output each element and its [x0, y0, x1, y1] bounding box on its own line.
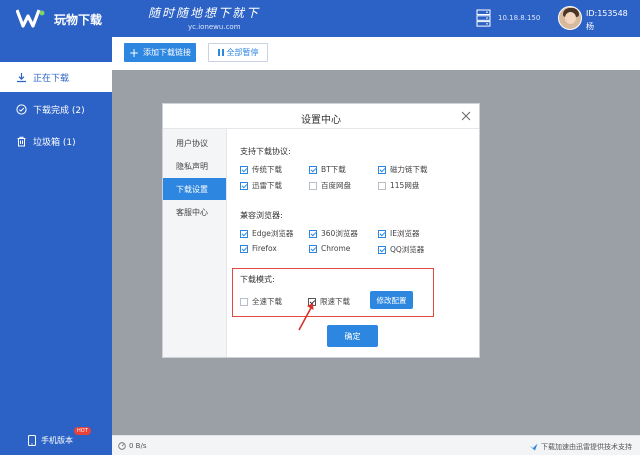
protocol-checkbox[interactable]: 磁力链下载: [378, 164, 428, 175]
speed-value: 0 B/s: [129, 442, 147, 450]
avatar[interactable]: [558, 6, 582, 30]
status-bar: 0 B/s 下载加速由迅雷提供技术支持: [112, 435, 640, 455]
sidebar: 正在下载 下载完成 (2) 垃圾箱 (1) 手机版本 HOT: [0, 37, 112, 455]
protocol-checkbox[interactable]: 迅雷下载: [240, 180, 282, 191]
protocol-checkbox[interactable]: 传统下载: [240, 164, 282, 175]
close-icon[interactable]: [461, 111, 471, 121]
checkbox-label: IE浏览器: [390, 229, 420, 238]
sidebar-item-label: 正在下载: [33, 73, 70, 84]
checkbox-box: [240, 297, 248, 306]
avatar-face: [565, 12, 576, 24]
checkbox-box: [240, 229, 248, 238]
protocols-title: 支持下载协议:: [240, 147, 291, 156]
checkbox-label: BT下载: [321, 165, 346, 174]
slogan-url: yc.ionewu.com: [188, 23, 241, 31]
checkbox-box: [240, 244, 248, 253]
speed-provider: 下载加速由迅雷提供技术支持: [529, 442, 632, 452]
nav-download-settings[interactable]: 下载设置: [163, 178, 226, 200]
checkbox-label: Edge浏览器: [252, 229, 294, 238]
pause-all-label: 全部暂停: [226, 48, 259, 57]
protocol-checkbox[interactable]: BT下载: [309, 164, 346, 175]
checkbox-box: [309, 244, 317, 253]
sidebar-item-label: 下载完成 (2): [33, 105, 85, 116]
dialog-header: 设置中心: [163, 104, 479, 129]
sidebar-item-label: 垃圾箱 (1): [33, 137, 76, 148]
checkbox-label: 限速下载: [320, 297, 350, 306]
download-icon: [17, 72, 26, 82]
browser-checkbox[interactable]: Firefox: [240, 244, 277, 253]
checkbox-label: 全速下载: [252, 297, 282, 306]
browser-checkbox[interactable]: Edge浏览器: [240, 228, 293, 239]
checkbox-box: [378, 181, 386, 190]
checkbox-box: [240, 181, 248, 190]
pause-icon: [217, 49, 224, 56]
checkbox-box: [378, 245, 386, 254]
bird-icon: [529, 443, 538, 451]
checkbox-box: [378, 229, 386, 238]
checkbox-box: [309, 165, 317, 174]
checkbox-label: Firefox: [252, 244, 277, 253]
checkbox-label: 360浏览器: [321, 229, 358, 238]
phone-icon: [28, 435, 36, 446]
speed-provider-label: 下载加速由迅雷提供技术支持: [541, 443, 632, 451]
nav-privacy[interactable]: 隐私声明: [163, 155, 226, 177]
mobile-version-label: 手机版本: [41, 436, 73, 445]
hot-badge: HOT: [74, 427, 91, 435]
checkbox-box: [309, 181, 317, 190]
trash-icon: [17, 136, 26, 146]
speed-gauge-icon: [118, 442, 126, 450]
slogan: 随时随地想下就下: [148, 6, 261, 20]
checkbox-box: [240, 165, 248, 174]
protocol-checkbox[interactable]: 百度网盘: [309, 180, 351, 191]
nav-user-agreement[interactable]: 用户协议: [163, 132, 226, 154]
dialog-title: 设置中心: [301, 115, 341, 126]
user-name: 杨: [586, 22, 594, 31]
app-logo-icon: [16, 9, 45, 28]
browsers-title: 兼容浏览器:: [240, 211, 283, 220]
checkbox-label: 传统下载: [252, 165, 282, 174]
annotation-arrow-icon: [298, 303, 314, 331]
nav-customer-service[interactable]: 客服中心: [163, 201, 226, 223]
modify-config-button[interactable]: 修改配置: [370, 291, 413, 309]
check-circle-icon: [16, 103, 27, 115]
download-speed: 0 B/s: [118, 442, 147, 450]
sidebar-item-downloading[interactable]: 正在下载: [0, 62, 112, 92]
browser-checkbox[interactable]: IE浏览器: [378, 228, 419, 239]
app-title: 玩物下载: [54, 13, 103, 27]
sidebar-item-trash[interactable]: 垃圾箱 (1): [0, 126, 112, 156]
confirm-button[interactable]: 确定: [327, 325, 378, 347]
checkbox-label: 磁力链下载: [390, 165, 428, 174]
pause-all-button[interactable]: 全部暂停: [208, 43, 268, 62]
settings-nav: 用户协议 隐私声明 下载设置 客服中心: [163, 129, 227, 357]
browser-checkbox[interactable]: QQ浏览器: [378, 244, 424, 255]
sidebar-item-completed[interactable]: 下载完成 (2): [0, 94, 112, 124]
full-speed-checkbox[interactable]: 全速下载: [240, 296, 282, 307]
ip-address: 10.18.8.150: [498, 14, 541, 22]
add-download-link-button[interactable]: + 添加下载链接: [124, 43, 196, 62]
mobile-version-link[interactable]: 手机版本 HOT: [28, 427, 91, 446]
checkbox-label: 115网盘: [390, 181, 420, 190]
checkbox-box: [309, 229, 317, 238]
download-mode-title: 下载模式:: [240, 275, 275, 284]
checkbox-label: 迅雷下载: [252, 181, 282, 190]
plus-icon: +: [128, 45, 140, 60]
browser-checkbox[interactable]: 360浏览器: [309, 228, 358, 239]
checkbox-label: 百度网盘: [321, 181, 351, 190]
checkbox-label: QQ浏览器: [390, 245, 425, 254]
server-icon[interactable]: [476, 9, 491, 27]
add-download-link-label: 添加下载链接: [143, 48, 192, 57]
browser-checkbox[interactable]: Chrome: [309, 244, 350, 253]
app-header: 玩物下载 随时随地想下就下 yc.ionewu.com 10.18.8.150 …: [0, 0, 640, 37]
protocol-checkbox[interactable]: 115网盘: [378, 180, 419, 191]
user-id: ID:153548: [586, 9, 628, 18]
checkbox-box: [378, 165, 386, 174]
checkbox-label: Chrome: [321, 244, 351, 253]
